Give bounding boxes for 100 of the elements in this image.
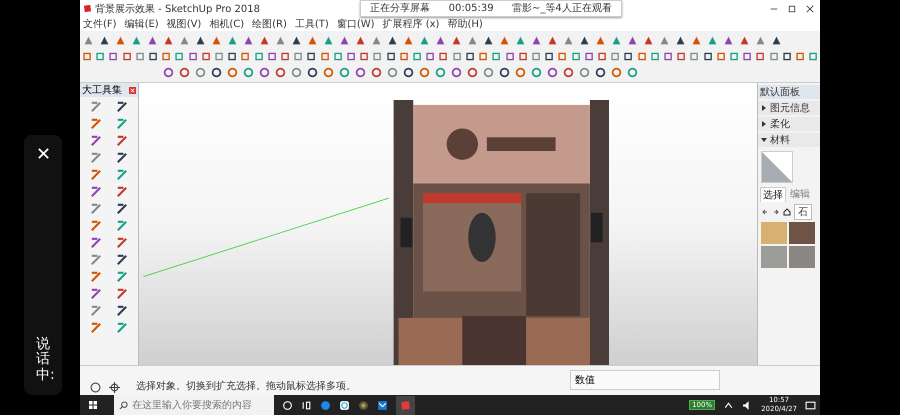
tool-icon[interactable] [346,50,356,63]
notification-icon[interactable] [805,400,816,410]
tool-icon[interactable] [290,34,303,47]
caret-icon[interactable] [723,400,734,410]
tool-icon[interactable] [702,50,713,63]
tool-icon[interactable] [274,66,287,79]
maximize-icon[interactable] [788,4,796,12]
tool-icon[interactable] [370,66,383,79]
tool-icon[interactable] [425,50,436,63]
tool-icon[interactable] [504,50,515,63]
tool-icon[interactable] [98,34,111,47]
tool-icon[interactable] [676,50,686,63]
tool-icon[interactable] [562,66,575,79]
tool-icon[interactable] [402,66,415,79]
tool-icon[interactable] [782,50,792,63]
tray-section[interactable]: 图元信息 [758,101,820,115]
tool-icon[interactable] [498,66,511,79]
tool-icon[interactable] [162,34,175,47]
browser-icon[interactable] [320,400,331,410]
tool-icon[interactable] [354,66,367,79]
menu-item[interactable]: 绘图(R) [252,17,287,31]
tool-icon[interactable] [530,34,543,47]
tool-icon[interactable] [148,50,158,63]
tool-icon[interactable] [258,66,271,79]
tool-icon[interactable] [114,287,129,301]
menu-item[interactable]: 编辑(E) [124,17,159,31]
cloud-icon[interactable] [339,400,350,410]
tool-icon[interactable] [450,34,463,47]
tool-icon[interactable] [89,287,104,301]
material-swatch[interactable] [789,222,815,244]
tool-icon[interactable] [546,34,559,47]
app-icon[interactable] [358,400,369,410]
tool-icon[interactable] [242,34,255,47]
tool-icon[interactable] [578,34,591,47]
tray-section[interactable]: 材料 [758,133,820,147]
tool-icon[interactable] [89,134,104,148]
tool-icon[interactable] [89,236,104,250]
tool-icon[interactable] [210,66,223,79]
tool-icon[interactable] [755,50,766,63]
tool-icon[interactable] [359,50,370,63]
tool-icon[interactable] [258,34,271,47]
tool-icon[interactable] [626,34,639,47]
tool-icon[interactable] [623,50,634,63]
tool-icon[interactable] [338,34,351,47]
menu-item[interactable]: 文件(F) [83,17,117,31]
tool-icon[interactable] [742,50,752,63]
tool-icon[interactable] [306,50,317,63]
menu-item[interactable]: 工具(T) [294,17,329,31]
tool-icon[interactable] [108,50,119,63]
tool-icon[interactable] [722,34,735,47]
circle-icon[interactable] [282,400,293,410]
tool-icon[interactable] [518,50,528,63]
menu-item[interactable]: 相机(C) [209,17,244,31]
tool-icon[interactable] [162,66,175,79]
tool-icon[interactable] [482,34,495,47]
tool-icon[interactable] [386,50,396,63]
tool-icon[interactable] [114,304,129,318]
tool-icon[interactable] [544,50,554,63]
menu-item[interactable]: 帮助(H) [447,17,483,31]
tool-icon[interactable] [386,34,399,47]
tool-icon[interactable] [194,34,207,47]
tool-icon[interactable] [662,50,674,63]
menu-item[interactable]: 视图(V) [166,17,202,31]
task-view-icon[interactable] [301,400,312,410]
tool-icon[interactable] [114,185,129,199]
tool-icon[interactable] [114,202,129,216]
tool-icon[interactable] [122,50,132,63]
tool-icon[interactable] [114,151,129,165]
tool-icon[interactable] [114,253,129,267]
sketchup-icon[interactable] [396,396,415,414]
tool-icon[interactable] [188,50,198,63]
tool-icon[interactable] [596,50,608,63]
tool-icon[interactable] [674,34,687,47]
close-icon[interactable] [806,4,814,12]
home-icon[interactable] [783,208,791,216]
tool-icon[interactable] [178,66,191,79]
menu-item[interactable]: 窗口(W) [336,17,375,31]
tool-icon[interactable] [584,50,594,63]
back-arrow-icon[interactable] [761,208,769,216]
tool-icon[interactable] [466,66,479,79]
measurements-box[interactable]: 数值 [570,370,720,390]
tool-icon[interactable] [464,50,476,63]
material-swatch[interactable] [789,246,815,268]
forward-arrow-icon[interactable] [772,208,780,216]
library-dropdown[interactable]: 石 [794,204,812,220]
material-swatch[interactable] [761,222,787,244]
tool-icon[interactable] [200,50,212,63]
tool-icon[interactable] [114,100,129,114]
menu-item[interactable]: 扩展程序 (x) [382,17,440,31]
tool-icon[interactable] [738,34,751,47]
tool-icon[interactable] [546,66,559,79]
tool-icon[interactable] [114,134,129,148]
tool-icon[interactable] [770,34,783,47]
tool-icon[interactable] [306,66,319,79]
tray-tab[interactable]: 选择 [760,187,786,202]
tray-section[interactable]: 柔化 [758,117,820,131]
tool-icon[interactable] [146,34,159,47]
tray-tab[interactable]: 编辑 [788,187,812,202]
tool-icon[interactable] [89,185,104,199]
tool-icon[interactable] [354,34,367,47]
